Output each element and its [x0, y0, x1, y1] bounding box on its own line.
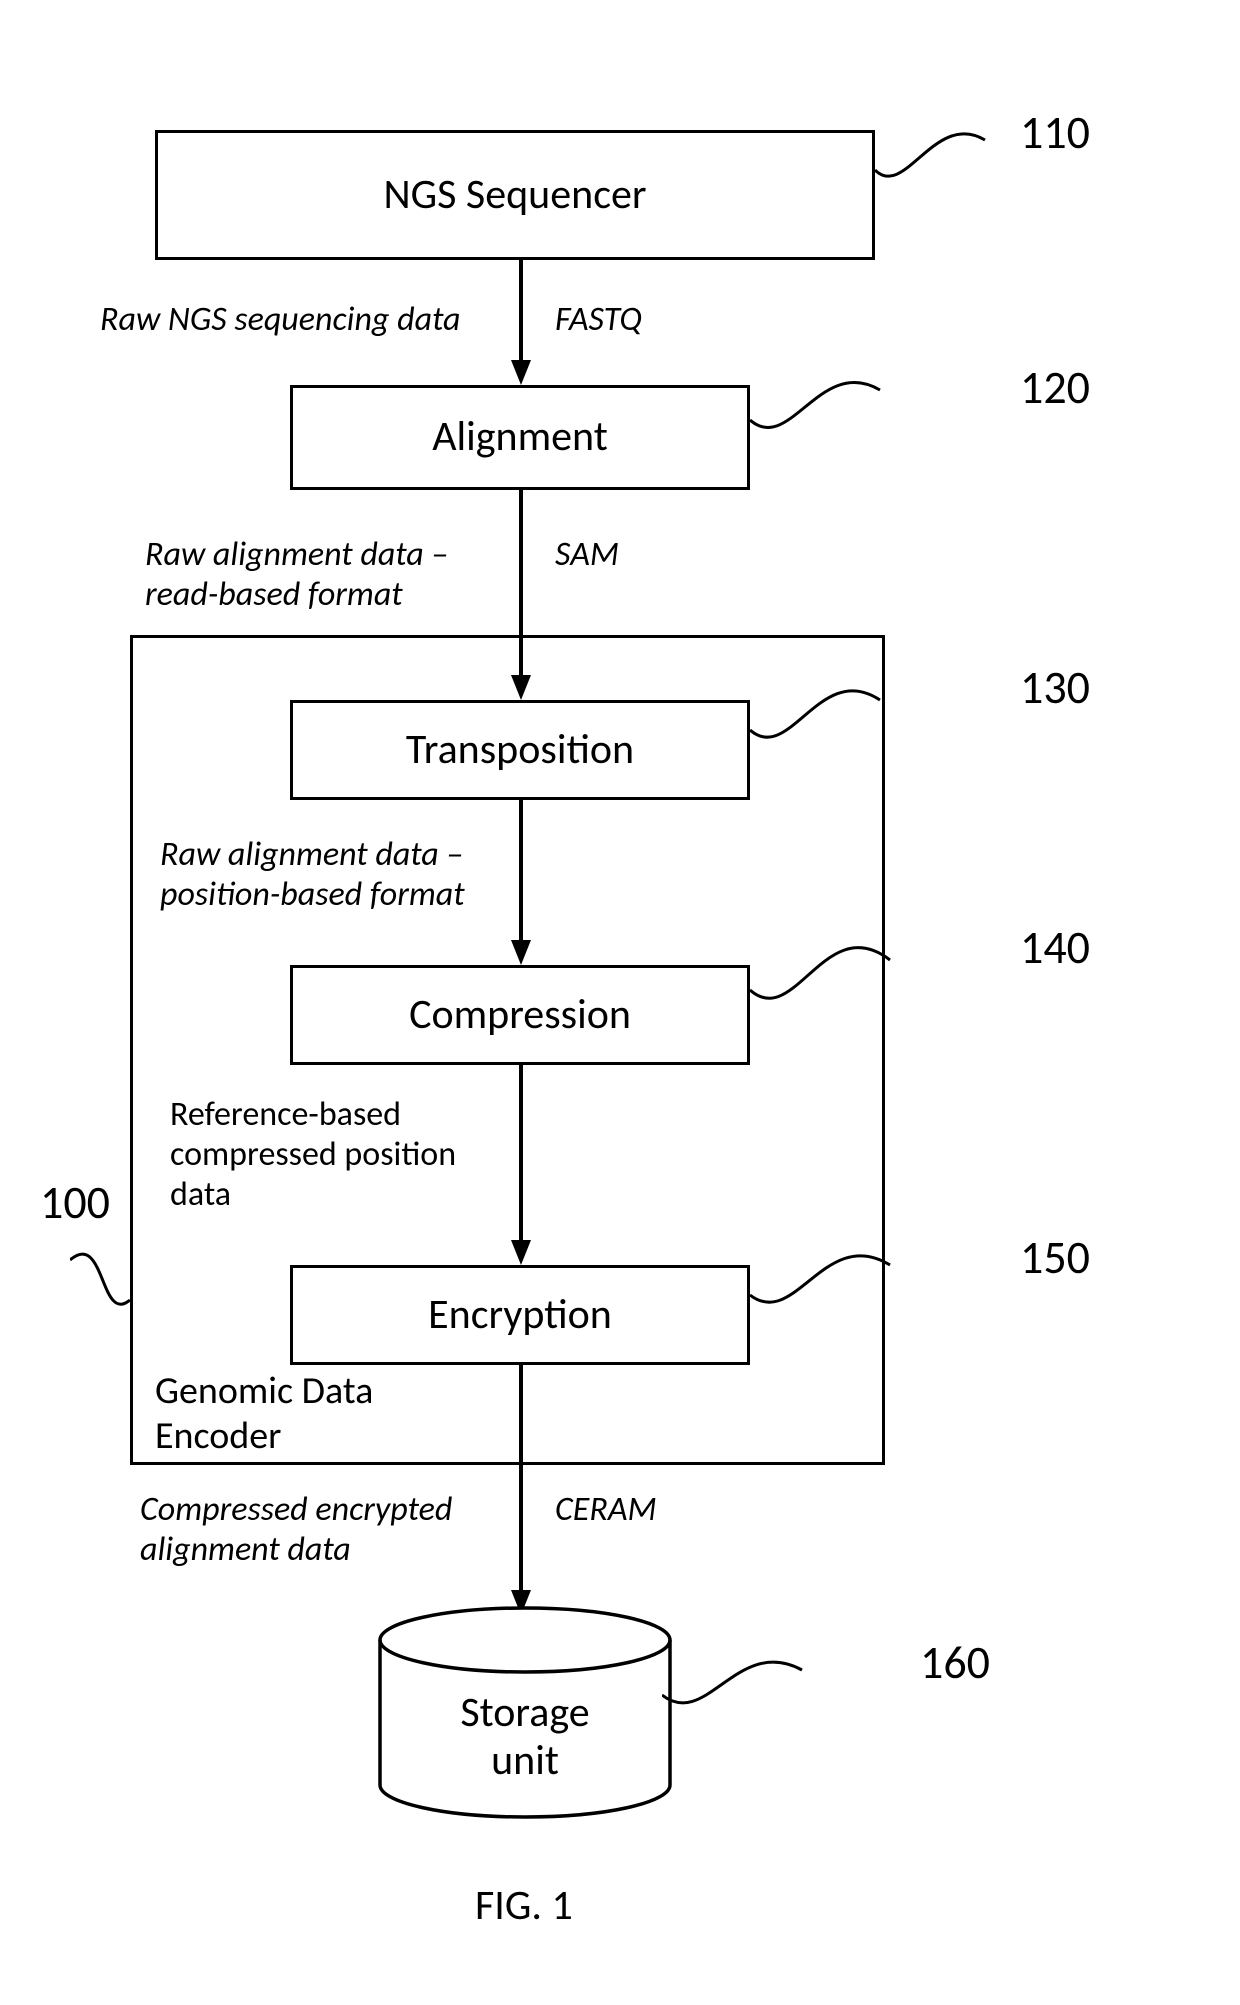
label-arrow5-left-2: alignment data — [140, 1530, 351, 1569]
num-160: 160 — [920, 1635, 990, 1691]
label-arrow4-left-1: Reference-based — [170, 1095, 401, 1134]
num-140: 140 — [1020, 920, 1090, 976]
label-encoder-2: Encoder — [155, 1415, 281, 1459]
label-storage-1: Storage — [395, 1690, 655, 1736]
leader-160 — [662, 1640, 832, 1730]
label-arrow2-left-1: Raw alignment data – — [145, 535, 448, 574]
label-alignment: Alignment — [432, 414, 608, 460]
arrow-3 — [511, 800, 531, 965]
box-transposition: Transposition — [290, 700, 750, 800]
label-arrow2-right: SAM — [555, 535, 619, 574]
label-compression: Compression — [409, 992, 631, 1038]
leader-120 — [750, 360, 910, 440]
label-arrow4-left-2: compressed position — [170, 1135, 456, 1174]
label-storage-2: unit — [395, 1738, 655, 1784]
num-130: 130 — [1020, 660, 1090, 716]
box-ngs-sequencer: NGS Sequencer — [155, 130, 875, 260]
label-arrow3-left-1: Raw alignment data – — [160, 835, 463, 874]
label-encryption: Encryption — [428, 1292, 612, 1338]
label-arrow1-right: FASTQ — [555, 300, 642, 339]
num-120: 120 — [1020, 360, 1090, 416]
label-arrow5-left-1: Compressed encrypted — [140, 1490, 452, 1529]
leader-140 — [750, 920, 920, 1020]
label-arrow5-right: CERAM — [555, 1490, 657, 1529]
label-ngs-sequencer: NGS Sequencer — [384, 172, 647, 218]
leader-110 — [875, 110, 1015, 190]
label-transposition: Transposition — [406, 727, 634, 773]
box-alignment: Alignment — [290, 385, 750, 490]
arrow-4 — [511, 1065, 531, 1265]
leader-100 — [70, 1225, 160, 1315]
arrow-5 — [511, 1365, 531, 1615]
label-arrow3-left-2: position-based format — [160, 875, 465, 914]
leader-130 — [750, 665, 910, 755]
label-arrow4-left-3: data — [170, 1175, 231, 1214]
leader-150 — [750, 1230, 920, 1320]
label-arrow2-left-2: read-based format — [145, 575, 403, 614]
num-110: 110 — [1020, 105, 1090, 161]
num-150: 150 — [1020, 1230, 1090, 1286]
box-compression: Compression — [290, 965, 750, 1065]
box-encryption: Encryption — [290, 1265, 750, 1365]
label-encoder-1: Genomic Data — [155, 1370, 373, 1414]
arrow-1 — [511, 260, 531, 385]
label-arrow1-left: Raw NGS sequencing data — [100, 300, 460, 339]
figure-caption: FIG. 1 — [475, 1880, 573, 1931]
num-100: 100 — [40, 1175, 110, 1231]
